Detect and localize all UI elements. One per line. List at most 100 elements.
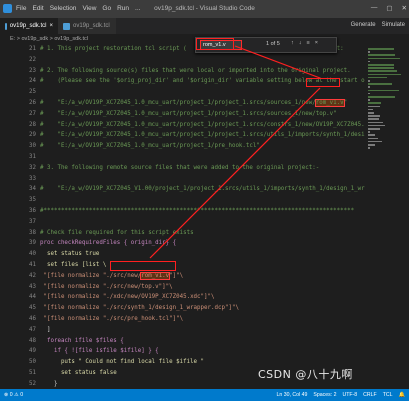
find-buttons: ↑ ↓ ≡ × (291, 40, 318, 46)
code-editor[interactable]: 21 22 23 24 25 26 27 28 29 30 31 32 33 34 35 36 37 38 39 40… (0, 44, 365, 389)
maximize-button[interactable]: ▢ (386, 4, 392, 12)
code-line[interactable]: # "E:/a_w/OV19P_XC7Z045_1.0_mcu_uart/pro… (40, 120, 365, 131)
line-number: 52 (29, 380, 36, 387)
code-line[interactable]: "[file normalize "./src/new/top.v"]"\ (40, 282, 365, 293)
normalize-highlight-box (110, 261, 176, 271)
line-number: 46 (29, 315, 36, 322)
line-number: 40 (29, 251, 36, 258)
code-line[interactable]: #***************************************… (40, 206, 365, 217)
line-number: 32 (29, 164, 36, 171)
code-line[interactable]: "[file normalize "./src/pre_hook.tcl"]"\ (40, 314, 365, 325)
minimap-line (368, 144, 375, 146)
find-menu-icon[interactable]: ≡ (307, 40, 310, 46)
minimap-line (368, 54, 395, 56)
minimap-line (368, 134, 376, 136)
minimap-line (368, 51, 370, 53)
minimap-line (368, 105, 380, 108)
minimap-line (368, 108, 374, 111)
tcl-file-icon (5, 22, 7, 30)
code-line[interactable] (40, 174, 365, 185)
line-number: 23 (29, 67, 36, 74)
minimap-line (368, 115, 381, 117)
indentation[interactable]: Spaces: 2 (313, 392, 336, 398)
code-line[interactable]: # Check file required for this script ex… (40, 228, 365, 239)
notifications-icon[interactable]: 🔔 (399, 392, 405, 398)
line-number: 39 (29, 240, 36, 247)
code-line[interactable] (40, 195, 365, 206)
line-number: 49 (29, 348, 36, 355)
path-highlight-box (306, 78, 340, 87)
tab-actions: Generate Simulate (351, 22, 405, 28)
minimap-line (368, 80, 370, 82)
code-line[interactable] (40, 87, 365, 98)
code-line[interactable]: foreach ifile $files { (40, 336, 365, 347)
code-content[interactable]: # 1. This project restoration tcl script… (40, 44, 365, 389)
line-number: 36 (29, 207, 36, 214)
simulate-button[interactable]: Simulate (382, 22, 405, 28)
code-line[interactable]: proc checkRequiredFiles { origin_dir} { (40, 238, 365, 249)
language-mode[interactable]: TCL (383, 392, 393, 398)
code-line[interactable]: # "E:/a_w/OV19P_XC7Z045_V1.00/project_1/… (40, 184, 365, 195)
minimap-line (368, 70, 398, 72)
line-ending[interactable]: CRLF (363, 392, 377, 398)
tab-ov19p-sdk-active[interactable]: ov19p_sdk.tcl × (0, 18, 58, 34)
line-number-gutter: 21 22 23 24 25 26 27 28 29 30 31 32 33 34 35 36 37 38 39 40… (0, 44, 36, 389)
minimap-line (368, 86, 370, 88)
tab-ov19p-sdk[interactable]: ov19p_sdk.tcl (58, 18, 116, 34)
code-line[interactable]: # "E:/a_w/OV19P_XC7Z045_1.0_mcu_uart/pro… (40, 130, 365, 141)
minimap-line (368, 99, 370, 101)
encoding[interactable]: UTF-8 (342, 392, 357, 398)
line-number: 35 (29, 197, 36, 204)
code-line[interactable]: if { ![file isfile $ifile] } { (40, 346, 365, 357)
arrow-up-icon[interactable]: ↑ (291, 40, 294, 46)
minimap[interactable] (365, 44, 409, 389)
code-line[interactable] (40, 217, 365, 228)
code-line[interactable]: set files [list \ (40, 260, 365, 271)
minimap-line (368, 60, 370, 63)
problems-indicator[interactable]: ⊗ 0 ⚠ 0 (4, 392, 23, 398)
tab-label: ov19p_sdk.tcl (73, 23, 110, 29)
find-highlight-box (196, 38, 234, 50)
close-icon[interactable]: × (49, 23, 53, 29)
minimap-line (368, 48, 395, 50)
line-number: 45 (29, 305, 36, 312)
code-line[interactable]: "[file normalize "./xdc/new/OV19P_XC7Z04… (40, 292, 365, 303)
line-number: 48 (29, 337, 36, 344)
generate-button[interactable]: Generate (351, 22, 376, 28)
code-line[interactable] (40, 152, 365, 163)
line-number: 50 (29, 359, 36, 366)
arrow-down-icon[interactable]: ↓ (299, 40, 302, 46)
code-line[interactable]: # 2. The following source(s) files that … (40, 66, 365, 77)
code-line[interactable] (40, 55, 365, 66)
minimap-line (368, 128, 381, 130)
line-number: 41 (29, 261, 36, 268)
close-window-button[interactable]: ✕ (402, 4, 407, 12)
window-title: ov19p_sdk.tcl - Visual Studio Code (154, 5, 255, 12)
code-line[interactable]: ] (40, 325, 365, 336)
code-line[interactable]: # "E:/a_w/OV19P_XC7Z045_1.0_mcu_uart/pro… (40, 141, 365, 152)
watermark: CSDN @八十九啊 (258, 368, 353, 381)
minimize-button[interactable]: — (371, 4, 378, 12)
minimap-line (368, 121, 383, 124)
line-number: 24 (29, 78, 36, 85)
code-line[interactable]: # "E:/a_w/OV19P_XC7Z045_1.0_mcu_uart/pro… (40, 98, 365, 109)
code-line[interactable]: "[file normalize "./src/new/rom_v1.v"]"\ (40, 271, 365, 282)
code-line[interactable]: # "E:/a_w/OV19P_XC7Z045_1.0_mcu_uart/pro… (40, 109, 365, 120)
minimap-line (368, 131, 370, 133)
line-number: 25 (29, 89, 36, 96)
minimap-line (368, 147, 370, 149)
line-number: 44 (29, 294, 36, 301)
line-number: 22 (29, 56, 36, 63)
cursor-position[interactable]: Ln 30, Col 49 (277, 392, 308, 398)
minimap-line (368, 137, 379, 140)
close-icon[interactable]: × (315, 40, 318, 46)
code-line[interactable]: "[file normalize "./src/synth_1/design_1… (40, 303, 365, 314)
vscode-window: File Edit Selection View Go Run ... ov19… (0, 0, 409, 401)
minimap-line (368, 112, 374, 114)
line-number: 43 (29, 283, 36, 290)
tab-label: ov19p_sdk.tcl (9, 23, 47, 29)
line-number: 34 (29, 186, 36, 193)
code-line[interactable]: # 3. The following remote source files t… (40, 163, 365, 174)
status-bar: ⊗ 0 ⚠ 0 Ln 30, Col 49 Spaces: 2 UTF-8 CR… (0, 389, 409, 401)
code-line[interactable]: set status true (40, 249, 365, 260)
